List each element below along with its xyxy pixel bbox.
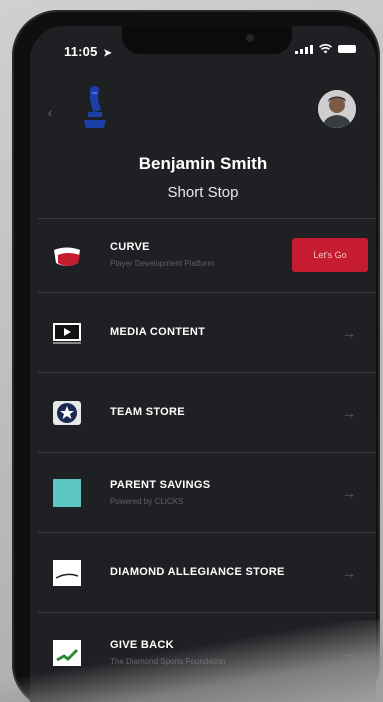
- app-screen: 11:05 ➤ ‹ Benjamin Smith Short Stop CURV…: [30, 26, 376, 702]
- menu-item-title: MEDIA CONTENT: [110, 326, 206, 338]
- parent-savings-icon: [53, 478, 81, 507]
- menu-item-diamond-allegiance-store[interactable]: DIAMOND ALLEGIANCE STORE →: [38, 532, 376, 612]
- menu-item-subtitle: The Diamond Sports Foundation: [110, 657, 226, 666]
- menu-item-media-content[interactable]: MEDIA CONTENT →: [38, 292, 376, 372]
- arrow-right-icon: →: [342, 564, 356, 581]
- menu-item-team-store[interactable]: TEAM STORE →: [38, 372, 376, 452]
- menu-item-parent-savings[interactable]: PARENT SAVINGS Powered by CLICKS →: [38, 452, 376, 532]
- menu-item-subtitle: Player Development Platform: [110, 259, 215, 268]
- avatar[interactable]: [318, 90, 356, 128]
- menu-item-title: PARENT SAVINGS: [110, 479, 211, 491]
- profile-name: Benjamin Smith: [138, 154, 268, 173]
- menu-item-give-back[interactable]: GIVE BACK The Diamond Sports Foundation …: [38, 612, 376, 692]
- diamond-allegiance-icon: [53, 559, 81, 586]
- status-time-text: 11:05: [64, 44, 98, 59]
- arrow-right-icon: →: [342, 644, 356, 661]
- location-arrow-icon: ➤: [103, 48, 112, 59]
- back-chevron-icon[interactable]: ‹: [48, 106, 52, 120]
- cellular-signal-icon: [295, 44, 313, 54]
- lets-go-button[interactable]: Let's Go: [292, 238, 368, 272]
- give-back-icon: [53, 639, 81, 666]
- battery-icon: [338, 45, 356, 53]
- menu-item-title: GIVE BACK: [110, 639, 174, 651]
- status-time: 11:05 ➤: [64, 44, 112, 59]
- arrow-right-icon: →: [342, 404, 356, 421]
- menu-item-title: DIAMOND ALLEGIANCE STORE: [110, 566, 285, 578]
- status-icons: [295, 44, 356, 54]
- curve-logo-icon: [54, 247, 80, 266]
- menu-item-curve[interactable]: CURVE Player Development Platform Let's …: [38, 218, 376, 292]
- menu-list: CURVE Player Development Platform Let's …: [38, 218, 376, 692]
- star-badge-icon: [53, 400, 81, 425]
- wifi-icon: [319, 44, 332, 54]
- arrow-right-icon: →: [342, 324, 356, 341]
- camera-icon: [246, 34, 254, 42]
- profile-position: Short Stop: [167, 184, 239, 201]
- video-player-icon: [53, 322, 81, 344]
- notch: [122, 26, 292, 54]
- arrow-right-icon: →: [342, 484, 356, 501]
- menu-item-subtitle: Powered by CLICKS: [110, 497, 184, 506]
- avatar-photo: [318, 90, 356, 128]
- menu-item-title: TEAM STORE: [110, 406, 185, 418]
- team-logo: [84, 86, 106, 128]
- menu-item-title: CURVE: [110, 241, 150, 253]
